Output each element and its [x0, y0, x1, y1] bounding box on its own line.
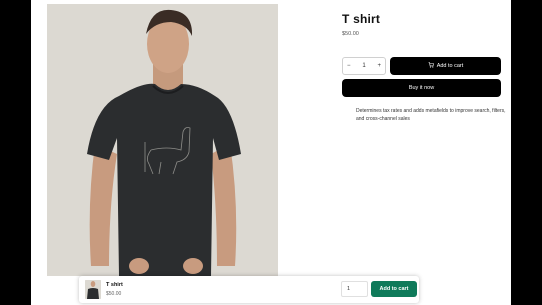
- cart-icon: [428, 62, 434, 70]
- sticky-product-title: T shirt: [106, 282, 123, 288]
- add-to-cart-button[interactable]: Add to cart: [390, 57, 501, 75]
- product-image: [47, 4, 278, 276]
- product-photo-illustration: [47, 4, 278, 276]
- increase-quantity-button[interactable]: +: [377, 63, 381, 69]
- sticky-product-price: $50.00: [106, 291, 122, 297]
- quantity-value[interactable]: 1: [362, 63, 365, 69]
- product-page: T shirt $50.00 − 1 + Add to cart Buy it …: [31, 0, 511, 305]
- quantity-stepper[interactable]: − 1 +: [342, 57, 386, 75]
- add-to-cart-label: Add to cart: [436, 63, 464, 69]
- decrease-quantity-button[interactable]: −: [347, 63, 351, 69]
- buy-it-now-button[interactable]: Buy it now: [342, 79, 501, 97]
- product-thumbnail: [85, 280, 101, 299]
- sticky-add-to-cart-bar: T shirt $50.00 1 Add to cart: [79, 276, 419, 303]
- sticky-quantity-input[interactable]: 1: [341, 281, 368, 297]
- product-description: Determines tax rates and adds metafields…: [356, 108, 506, 122]
- product-price: $50.00: [342, 31, 359, 37]
- product-info: T shirt $50.00: [342, 12, 501, 37]
- sticky-add-to-cart-button[interactable]: Add to cart: [371, 281, 417, 297]
- product-title: T shirt: [342, 12, 381, 26]
- buy-it-now-label: Buy it now: [408, 85, 435, 91]
